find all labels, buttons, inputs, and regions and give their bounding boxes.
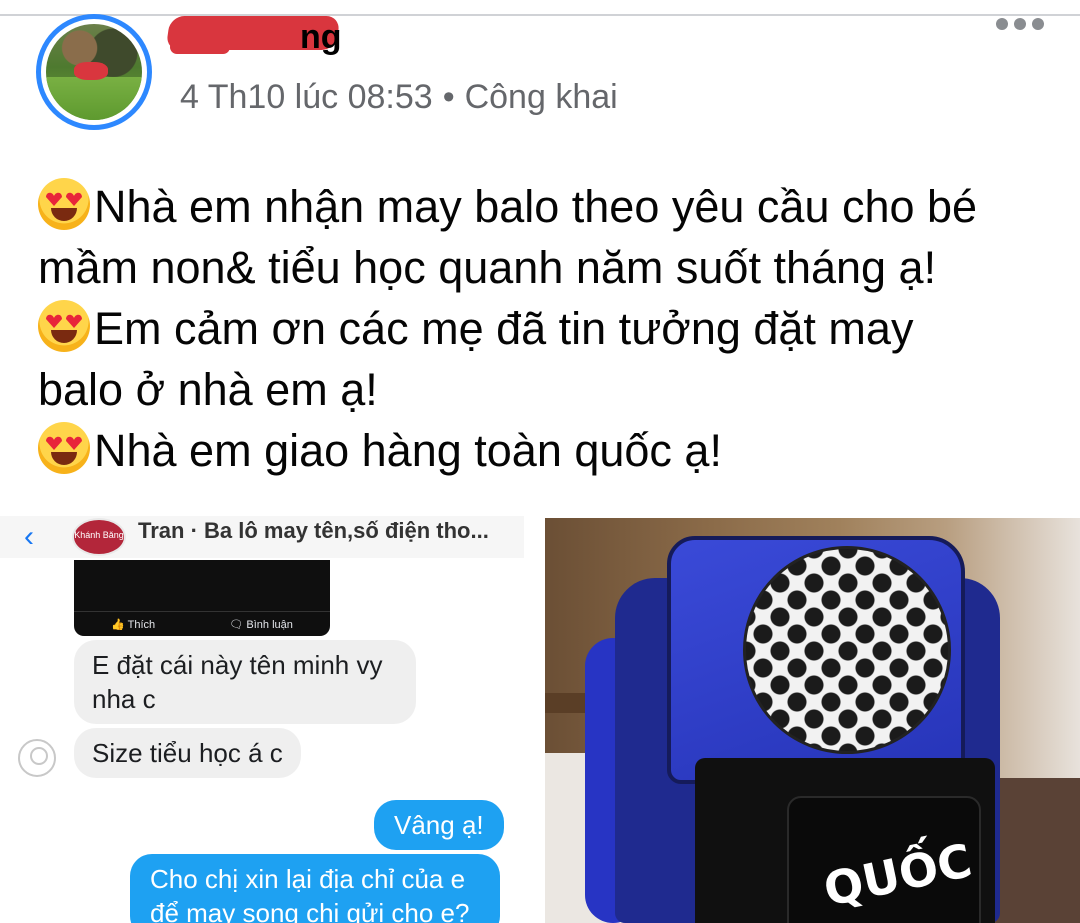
back-arrow-icon: ‹ xyxy=(24,520,34,553)
post-meta: 4 Th10 lúc 08:53 • Công khai xyxy=(180,78,618,117)
message-bubble-outgoing: Vâng ạ! xyxy=(374,800,504,850)
post-line: Nhà em giao hàng toàn quốc ạ! xyxy=(38,420,1048,481)
heart-eyes-emoji-icon xyxy=(38,178,90,230)
post-line: mầm non& tiểu học quanh năm suốt tháng ạ… xyxy=(38,242,937,293)
author-name[interactable]: ng xyxy=(300,18,342,57)
backpack-photo[interactable]: QUỐC xyxy=(545,518,1080,923)
chat-avatar: Khánh Băng xyxy=(72,518,126,556)
post-line: Nhà em nhận may balo theo yêu cầu cho bé xyxy=(38,176,1048,237)
chat-header: ‹ Khánh Băng Tran · Ba lô may tên,số điệ… xyxy=(0,516,524,558)
chat-title: Tran · Ba lô may tên,số điện tho... xyxy=(138,518,489,543)
more-options-icon[interactable] xyxy=(996,18,1044,30)
author-avatar[interactable] xyxy=(36,14,152,130)
post-audience[interactable]: Công khai xyxy=(465,78,618,116)
heart-eyes-emoji-icon xyxy=(38,422,90,474)
message-bubble-incoming: Size tiểu học á c xyxy=(74,728,301,778)
message-bubble-outgoing: Cho chị xin lại địa chỉ của e để may son… xyxy=(130,854,500,923)
author-name-redaction-stroke xyxy=(170,40,230,54)
shared-post-card: 👍 Thích 🗨 Bình luận xyxy=(74,560,330,636)
heart-eyes-emoji-icon xyxy=(38,300,90,352)
soccer-ball-patch xyxy=(743,546,951,754)
message-bubble-incoming: E đặt cái này tên minh vy nha c xyxy=(74,640,416,724)
avatar-photo xyxy=(46,24,142,120)
contact-icon xyxy=(18,739,56,777)
post-line: Em cảm ơn các mẹ đã tin tưởng đặt may xyxy=(38,298,1048,359)
top-divider xyxy=(0,14,1080,16)
post-line: balo ở nhà em ạ! xyxy=(38,364,378,415)
chat-screenshot-image[interactable]: ‹ Khánh Băng Tran · Ba lô may tên,số điệ… xyxy=(0,516,524,923)
meta-separator: • xyxy=(442,78,455,116)
post-timestamp[interactable]: 4 Th10 lúc 08:53 xyxy=(180,78,433,116)
comment-icon: 🗨 Bình luận xyxy=(229,618,293,631)
post-text: Nhà em nhận may balo theo yêu cầu cho bé… xyxy=(38,176,1048,481)
like-icon: 👍 Thích xyxy=(111,618,156,631)
